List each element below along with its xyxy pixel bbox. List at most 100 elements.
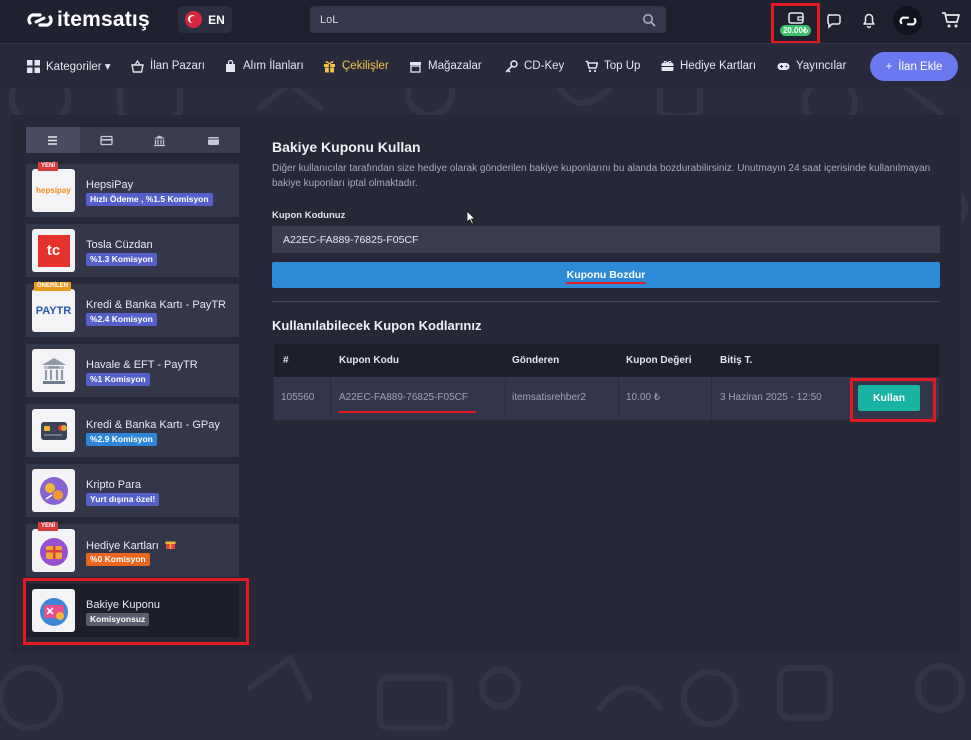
- payment-method-name: Kripto Para: [86, 479, 142, 491]
- payment-method-tosla[interactable]: tc Tosla Cüzdan %1.3 Komisyon: [26, 224, 239, 277]
- gamepad-icon: [777, 62, 790, 70]
- nav-top-up[interactable]: Top Up: [585, 58, 640, 74]
- tab-list[interactable]: [26, 127, 80, 153]
- nav-label: İlan Pazarı: [150, 60, 205, 72]
- hepsipay-logo: hepsipay: [32, 169, 75, 212]
- commission-badge: %0 Komisyon: [86, 553, 150, 566]
- gift-cards-logo: [32, 529, 75, 572]
- payment-method-gift-cards[interactable]: YENİ Hediye Kartları %0 Komisyon: [26, 522, 239, 577]
- nav-categories[interactable]: Kategoriler ▾: [27, 58, 111, 74]
- column-header-sender: Gönderen: [512, 355, 560, 366]
- redeem-underline-highlight: [566, 282, 646, 284]
- page-title: Bakiye Kuponu Kullan: [272, 139, 421, 155]
- wallet-tab-icon: [207, 136, 219, 145]
- table-header: # Kupon Kodu Gönderen Kupon Değeri Bitiş…: [274, 344, 939, 377]
- column-divider: [505, 377, 506, 420]
- shopping-cart-icon[interactable]: [941, 11, 961, 29]
- section-divider: [272, 301, 940, 302]
- turkey-flag-icon: [185, 11, 203, 28]
- add-listing-button[interactable]: + İlan Ekle: [870, 52, 958, 81]
- add-listing-label: İlan Ekle: [898, 60, 943, 73]
- commission-badge: %2.9 Komisyon: [86, 433, 157, 446]
- store-icon: [410, 61, 421, 73]
- gpay-logo: [32, 409, 75, 452]
- gift-card-icon: [661, 60, 674, 71]
- commission-badge: Yurt dışına özel!: [86, 493, 160, 506]
- wallet-balance: 20.00₺: [779, 25, 812, 36]
- column-header-id: #: [283, 355, 289, 366]
- avatar-logo-icon: [899, 16, 916, 25]
- tab-wallet[interactable]: [187, 127, 241, 153]
- tab-bank[interactable]: [133, 127, 187, 153]
- payment-method-hepsipay[interactable]: hepsipay YENİ HepsiPay Hızlı Ödeme , %1.…: [26, 162, 239, 217]
- commission-badge: %2.4 Komisyon: [86, 313, 157, 326]
- search-input[interactable]: [320, 13, 642, 26]
- payment-method-gpay[interactable]: Kredi & Banka Kartı - GPay %2.9 Komisyon: [26, 404, 239, 457]
- nav-streamers[interactable]: Yayıncılar: [777, 58, 846, 74]
- grid-icon: [27, 59, 40, 73]
- payment-view-tabs: [26, 127, 240, 153]
- use-button-highlight: [850, 378, 936, 422]
- payment-method-crypto[interactable]: Kripto Para Yurt dışına özel!: [26, 464, 239, 517]
- nav-gift-cards[interactable]: Hediye Kartları: [661, 58, 756, 74]
- bank-building-icon: BANK: [41, 357, 66, 384]
- nav-label: Alım İlanları: [243, 60, 304, 72]
- messages-icon[interactable]: [825, 11, 843, 29]
- coupon-code-underline-highlight: [338, 411, 476, 413]
- paytr-logo-text: PAYTR: [35, 304, 72, 317]
- nav-stores[interactable]: Mağazalar: [409, 58, 482, 74]
- payment-method-paytr-card[interactable]: PAYTR ÖNERİLEN Kredi & Banka Kartı - Pay…: [26, 282, 239, 337]
- bank-icon: [154, 135, 166, 146]
- search-bar: [310, 6, 666, 33]
- payment-method-paytr-transfer[interactable]: BANK Havale & EFT - PayTR %1 Komisyon: [26, 344, 239, 397]
- main-navigation: Kategoriler ▾ İlan Pazarı Alım İlanları …: [0, 43, 971, 88]
- language-code: EN: [208, 12, 225, 27]
- column-header-expiry: Bitiş T.: [720, 355, 753, 366]
- coupon-code[interactable]: A22EC-FA889-76825-F05CF: [339, 392, 468, 403]
- mouse-cursor-icon: [466, 210, 476, 225]
- top-header: itemsatış EN 20.00₺: [0, 0, 971, 44]
- language-selector[interactable]: EN: [178, 6, 232, 33]
- tosla-logo: tc: [32, 229, 75, 272]
- notifications-bell-icon[interactable]: [860, 11, 878, 29]
- nav-label: Top Up: [604, 60, 641, 72]
- wallet-icon: [787, 12, 804, 24]
- nav-cd-key[interactable]: CD-Key: [505, 58, 564, 74]
- site-logo[interactable]: itemsatış: [27, 8, 150, 32]
- credit-card-icon: [100, 135, 113, 145]
- nav-giveaways[interactable]: Çekilişler: [323, 58, 389, 74]
- user-avatar[interactable]: [893, 6, 922, 35]
- nav-label: Kategoriler ▾: [46, 61, 111, 73]
- new-ribbon: YENİ: [38, 162, 59, 171]
- menu-icon: [48, 135, 58, 145]
- column-header-code: Kupon Kodu: [339, 355, 399, 366]
- crypto-coin-icon: [39, 476, 68, 505]
- paytr-logo: PAYTR: [32, 289, 75, 332]
- commission-badge: Hızlı Ödeme , %1.5 Komisyon: [86, 193, 213, 206]
- key-icon: [505, 59, 518, 72]
- column-divider: [330, 377, 331, 420]
- table-row: 105560 A22EC-FA889-76825-F05CF itemsatis…: [274, 377, 939, 420]
- payment-method-name: Hediye Kartları: [86, 539, 176, 552]
- tab-card[interactable]: [80, 127, 134, 153]
- coupon-code-input[interactable]: [272, 226, 940, 253]
- page-description: Diğer kullanıcılar tarafından size hediy…: [272, 163, 931, 189]
- coupon-value: 10.00 ₺: [626, 392, 661, 403]
- wallet-button[interactable]: 20.00₺: [771, 3, 820, 44]
- commission-badge: %1.3 Komisyon: [86, 253, 157, 266]
- search-icon[interactable]: [642, 13, 656, 27]
- redeem-coupon-button[interactable]: Kuponu Bozdur: [272, 262, 940, 288]
- payment-method-name: Tosla Cüzdan: [86, 239, 153, 251]
- nav-purchase-listings[interactable]: Alım İlanları: [224, 58, 304, 74]
- bank-logo-text: BANK: [48, 364, 59, 369]
- nav-listing-market[interactable]: İlan Pazarı: [131, 58, 205, 74]
- payment-method-name: Havale & EFT - PayTR: [86, 359, 198, 371]
- nav-label: Mağazalar: [428, 60, 482, 72]
- nav-label: Hediye Kartları: [680, 60, 757, 72]
- column-header-value: Kupon Değeri: [626, 355, 692, 366]
- cart-icon: [585, 60, 598, 72]
- gpay-card-icon: [40, 421, 67, 440]
- crypto-logo: [32, 469, 75, 512]
- payment-method-name: HepsiPay: [86, 179, 134, 191]
- hepsipay-logo-text: hepsipay: [36, 186, 71, 195]
